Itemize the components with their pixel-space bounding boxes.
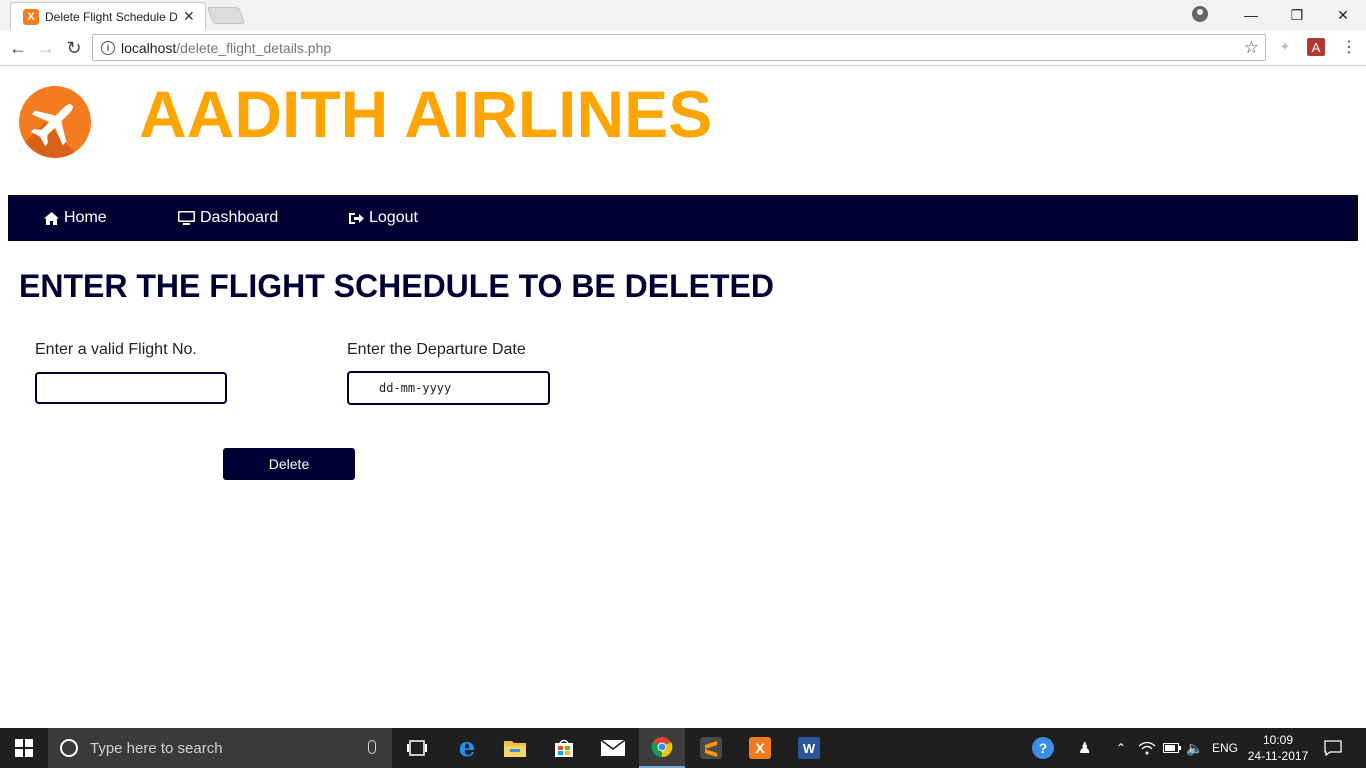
- file-explorer-icon[interactable]: [492, 728, 538, 768]
- bookmark-star-icon[interactable]: ☆: [1244, 38, 1259, 58]
- nav-home[interactable]: Home: [44, 195, 107, 241]
- browser-tab-strip: X Delete Flight Schedule D ✕ — ❐ ✕: [0, 0, 1366, 30]
- minimize-window-icon[interactable]: —: [1228, 0, 1274, 30]
- date-placeholder: dd-mm-yyyy: [379, 381, 452, 395]
- taskbar-clock[interactable]: 10:09 24-11-2017: [1240, 732, 1316, 764]
- flight-no-input[interactable]: [35, 372, 227, 404]
- clock-date: 24-11-2017: [1247, 749, 1309, 763]
- flight-no-label: Enter a valid Flight No.: [35, 341, 197, 358]
- close-tab-icon[interactable]: ✕: [183, 8, 195, 25]
- chrome-icon[interactable]: [639, 728, 685, 768]
- help-tray-icon[interactable]: ?: [1032, 728, 1054, 768]
- address-bar[interactable]: i localhost /delete_flight_details.php ☆: [92, 34, 1266, 61]
- forward-arrow-icon[interactable]: →: [34, 36, 58, 60]
- departure-date-input[interactable]: dd-mm-yyyy: [347, 371, 550, 405]
- site-title: AADITH AIRLINES: [139, 77, 713, 151]
- restore-window-icon[interactable]: ❐: [1274, 0, 1320, 30]
- new-tab-button[interactable]: [206, 7, 246, 24]
- cortana-icon: [60, 739, 78, 757]
- nav-home-label: Home: [64, 209, 107, 226]
- action-center-icon[interactable]: [1324, 728, 1342, 768]
- delete-button[interactable]: Delete: [223, 448, 355, 480]
- microphone-icon[interactable]: [368, 740, 376, 754]
- url-host: localhost: [121, 39, 177, 56]
- store-icon[interactable]: [541, 728, 587, 768]
- clock-time: 10:09: [1262, 733, 1294, 747]
- people-icon[interactable]: ♟: [1078, 728, 1091, 768]
- pdf-extension-icon[interactable]: A: [1307, 38, 1325, 56]
- nav-dashboard-label: Dashboard: [200, 209, 279, 226]
- home-icon: [44, 211, 59, 225]
- back-arrow-icon[interactable]: ←: [6, 36, 30, 60]
- language-indicator[interactable]: ENG: [1212, 728, 1238, 768]
- word-icon[interactable]: W: [786, 728, 832, 768]
- airplane-logo-icon: [19, 86, 91, 158]
- nav-logout[interactable]: Logout: [349, 195, 418, 241]
- logout-icon: [349, 212, 364, 224]
- monitor-icon: [178, 211, 195, 225]
- windows-taskbar: Type here to search e X W ? ♟ ⌃ 🔈 ENG 10…: [0, 728, 1366, 768]
- volume-icon[interactable]: 🔈: [1186, 728, 1203, 768]
- xampp-icon[interactable]: X: [737, 728, 783, 768]
- reload-icon[interactable]: ↻: [62, 36, 86, 60]
- taskbar-search-placeholder: Type here to search: [90, 739, 223, 757]
- task-view-icon[interactable]: [394, 728, 440, 768]
- url-path: /delete_flight_details.php: [176, 39, 332, 56]
- main-navbar: Home Dashboard Logout: [8, 195, 1358, 241]
- page-heading: ENTER THE FLIGHT SCHEDULE TO BE DELETED: [19, 268, 774, 304]
- menu-kebab-icon[interactable]: ⋮: [1340, 38, 1358, 56]
- close-window-icon[interactable]: ✕: [1320, 0, 1366, 30]
- wifi-icon[interactable]: [1138, 728, 1156, 768]
- browser-toolbar: ← → ↻ i localhost /delete_flight_details…: [0, 30, 1366, 66]
- departure-date-label: Enter the Departure Date: [347, 341, 526, 358]
- mail-icon[interactable]: [590, 728, 636, 768]
- sublime-text-icon[interactable]: [688, 728, 734, 768]
- windows-start-icon[interactable]: [0, 728, 48, 768]
- battery-icon[interactable]: [1163, 728, 1181, 768]
- chevron-up-icon[interactable]: ⌃: [1116, 728, 1126, 768]
- taskbar-search-box[interactable]: Type here to search: [48, 728, 392, 768]
- xampp-favicon-icon: X: [23, 8, 39, 25]
- info-icon[interactable]: i: [101, 40, 115, 55]
- extension-icon[interactable]: ✦: [1276, 38, 1294, 56]
- nav-dashboard[interactable]: Dashboard: [178, 195, 278, 241]
- tab-title: Delete Flight Schedule D: [45, 9, 177, 24]
- edge-browser-icon[interactable]: e: [444, 728, 490, 768]
- profile-icon[interactable]: [1192, 6, 1208, 22]
- nav-logout-label: Logout: [369, 209, 418, 226]
- browser-tab[interactable]: X Delete Flight Schedule D ✕: [10, 2, 206, 30]
